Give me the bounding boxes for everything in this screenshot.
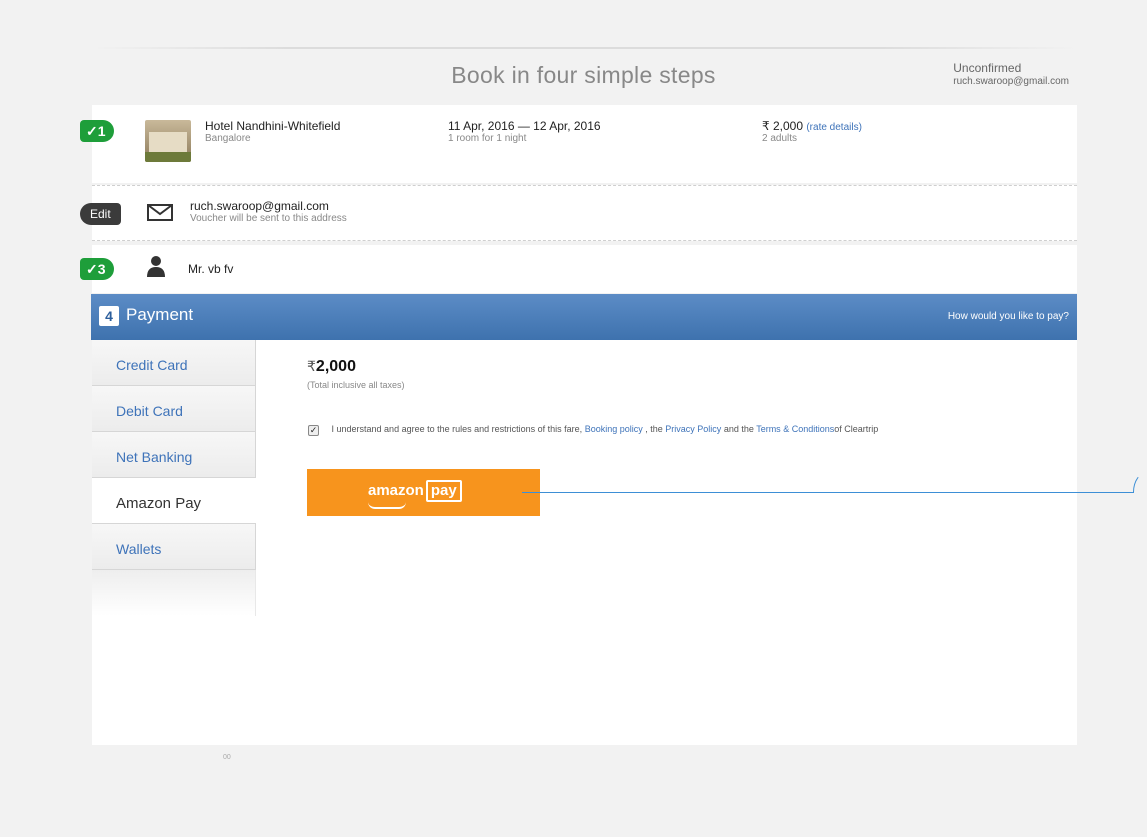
tab-net-banking[interactable]: Net Banking — [92, 432, 256, 478]
total-price: ₹2,000 — [307, 358, 356, 376]
currency-symbol: ₹ — [307, 358, 316, 374]
agree-suffix: of Cleartrip — [834, 424, 879, 434]
rate-details-link[interactable]: (rate details) — [806, 122, 862, 133]
contact-info: ruch.swaroop@gmail.com Voucher will be s… — [190, 199, 347, 224]
payment-title: Payment — [126, 305, 194, 324]
agree-prefix: I understand and agree to the rules and … — [331, 424, 583, 434]
payment-header: 4 Payment How would you like to pay? — [91, 294, 1077, 340]
tab-amazon-pay[interactable]: Amazon Pay — [92, 478, 256, 524]
footer-marker: 00 — [223, 754, 231, 761]
person-icon — [147, 256, 165, 277]
tabs-fade — [92, 570, 256, 616]
agree-checkbox[interactable]: ✓ — [308, 425, 319, 436]
amazon-pay-button[interactable]: amazon pay — [307, 469, 540, 516]
total-note: (Total inclusive all taxes) — [307, 380, 405, 390]
guest-count: 2 adults — [762, 133, 798, 144]
top-divider — [92, 47, 1077, 49]
hotel-info: Hotel Nandhini-Whitefield Bangalore — [205, 119, 340, 144]
traveller-name: Mr. vb fv — [188, 262, 234, 276]
status-label: Unconfirmed — [953, 61, 1022, 75]
amazon-smile-icon — [368, 502, 406, 509]
tab-wallets[interactable]: Wallets — [92, 524, 256, 570]
hotel-thumbnail — [145, 120, 191, 162]
stay-dates: 11 Apr, 2016 — 12 Apr, 2016 — [448, 119, 601, 133]
agree-and: and the — [723, 424, 754, 434]
rate-info: ₹ 2,000 (rate details) 2 adults — [762, 119, 862, 144]
payment-tabs: Credit Card Debit Card Net Banking Amazo… — [92, 340, 256, 616]
step-contact: Edit ruch.swaroop@gmail.com Voucher will… — [80, 185, 1077, 241]
payment-hint: How would you like to pay? — [947, 311, 1069, 322]
total-amount: 2,000 — [315, 358, 356, 375]
booking-status: Unconfirmed ruch.swaroop@gmail.com — [953, 61, 1069, 87]
tab-credit-card[interactable]: Credit Card — [92, 340, 256, 386]
hotel-city: Bangalore — [205, 133, 251, 144]
privacy-policy-link[interactable]: Privacy Policy — [665, 424, 721, 434]
amazon-wordmark: amazon — [368, 482, 424, 499]
payment-body: Credit Card Debit Card Net Banking Amazo… — [92, 340, 1077, 745]
connector-line — [522, 492, 1134, 493]
tab-debit-card[interactable]: Debit Card — [92, 386, 256, 432]
agree-comma: , the — [645, 424, 663, 434]
terms-link[interactable]: Terms & Conditions — [756, 424, 834, 434]
status-email: ruch.swaroop@gmail.com — [953, 76, 1069, 87]
step-traveller: ✓3 Mr. vb fv — [80, 245, 1077, 293]
envelope-icon — [147, 204, 173, 221]
payment-step-number: 4 — [99, 306, 119, 326]
amazon-pay-logo: amazon pay — [368, 480, 462, 502]
step3-complete-badge: ✓3 — [80, 258, 114, 280]
stay-info: 11 Apr, 2016 — 12 Apr, 2016 1 room for 1… — [448, 119, 601, 144]
voucher-note: Voucher will be sent to this address — [190, 213, 347, 224]
booking-policy-link[interactable]: Booking policy — [585, 424, 643, 434]
step-hotel: ✓1 Hotel Nandhini-Whitefield Bangalore 1… — [80, 105, 1077, 183]
pay-wordmark: pay — [425, 480, 462, 502]
rate-price: ₹ 2,000 — [762, 119, 803, 133]
hotel-name: Hotel Nandhini-Whitefield — [205, 119, 341, 133]
stay-rooms: 1 room for 1 night — [448, 133, 527, 144]
contact-email: ruch.swaroop@gmail.com — [190, 199, 329, 213]
step1-complete-badge: ✓1 — [80, 120, 114, 142]
terms-agreement: ✓ I understand and agree to the rules an… — [308, 424, 879, 436]
edit-button[interactable]: Edit — [80, 203, 121, 225]
connector-curve — [1133, 472, 1147, 493]
